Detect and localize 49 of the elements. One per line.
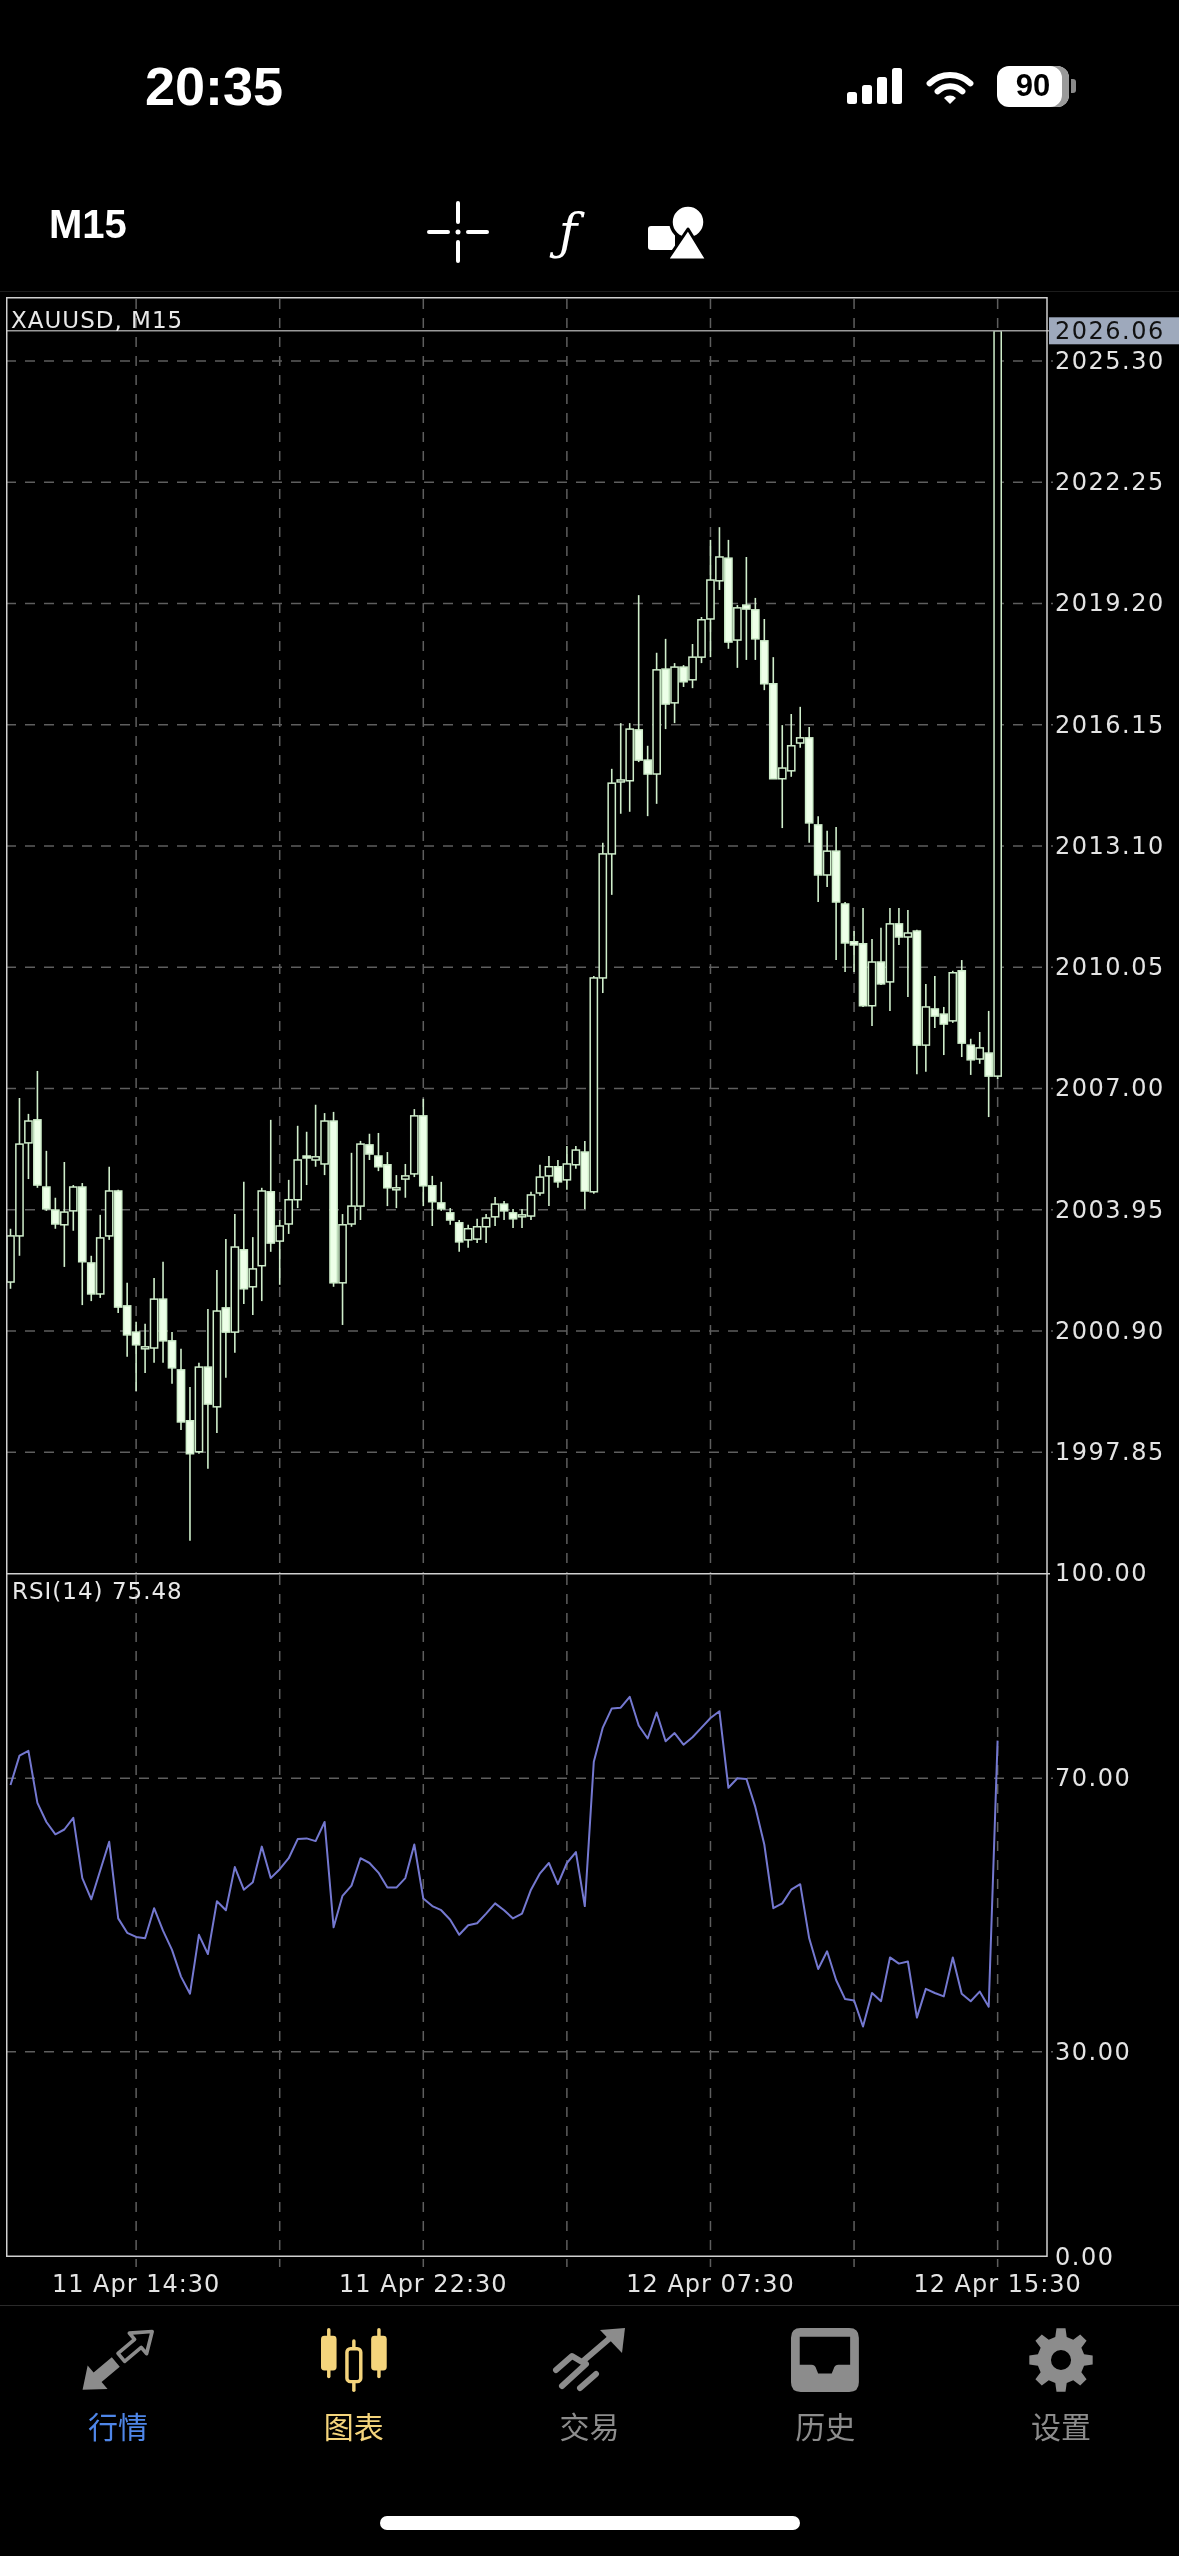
time-axis-label: 11 Apr 14:30	[51, 2270, 221, 2298]
crosshair-button[interactable]	[426, 200, 489, 263]
price-axis-label: 2010.05	[1055, 953, 1165, 982]
price-axis-label: 2000.90	[1055, 1316, 1165, 1345]
candlestick	[517, 1208, 527, 1229]
rsi-axis-label: 70.00	[1055, 1764, 1132, 1793]
candlestick	[481, 1213, 491, 1244]
status-time: 20:35	[145, 55, 284, 117]
price-axis-label: 2022.25	[1055, 468, 1165, 497]
price-axis-label: 1997.85	[1055, 1438, 1165, 1467]
tab-bar-item[interactable]: 行情	[0, 2306, 236, 2472]
price-axis-label: 2007.00	[1055, 1074, 1165, 1103]
candlestick	[939, 1006, 949, 1056]
tab-bar-item[interactable]: 历史	[707, 2306, 944, 2472]
function-button[interactable]: ƒ	[544, 191, 592, 272]
chart-title: XAUUSD, M15	[11, 307, 184, 333]
price-axis-label: 2019.20	[1055, 589, 1165, 618]
signal-icon	[847, 68, 903, 104]
rsi-axis-label: 0.00	[1055, 2243, 1115, 2271]
inbox-icon	[791, 2328, 860, 2392]
candlestick	[472, 1218, 482, 1244]
price-axis-label: 2013.10	[1055, 831, 1165, 860]
indicator-title: RSI(14) 75.48	[12, 1578, 183, 1604]
tab-bar-item[interactable]: 图表	[235, 2306, 472, 2472]
current-price-tag: 2026.06	[1049, 316, 1179, 345]
time-axis-label: 11 Apr 22:30	[339, 2270, 508, 2298]
crosshair-icon	[426, 200, 489, 263]
candlestick	[311, 1103, 320, 1168]
ref-line-label: 2026.06	[1055, 316, 1165, 345]
time-axis-label: 12 Apr 07:30	[626, 2270, 795, 2298]
candlestick	[463, 1224, 473, 1249]
settings-icon	[1029, 2328, 1094, 2392]
candlestick	[374, 1132, 383, 1172]
price-axis-label: 2025.30	[1055, 347, 1165, 375]
candlestick-icon	[320, 2328, 387, 2392]
tab-bar-item[interactable]: 交易	[471, 2306, 708, 2472]
trend-arrow-icon	[552, 2328, 627, 2392]
price-axis-label: 2016.15	[1055, 710, 1165, 739]
double-arrow-icon	[80, 2328, 156, 2392]
rsi-axis-label: 30.00	[1055, 2037, 1132, 2066]
candlestick	[526, 1191, 536, 1221]
price-axis-label: 2003.95	[1055, 1195, 1165, 1224]
candlestick	[131, 1321, 141, 1392]
rsi-axis-label: 100.00	[1055, 1559, 1148, 1587]
tab-bar-item[interactable]: 设置	[943, 2306, 1179, 2472]
battery-indicator: 90	[997, 65, 1076, 107]
time-axis-label: 12 Apr 15:30	[913, 2270, 1082, 2298]
timeframe-button[interactable]: M15	[49, 202, 127, 247]
candlestick	[508, 1208, 518, 1229]
